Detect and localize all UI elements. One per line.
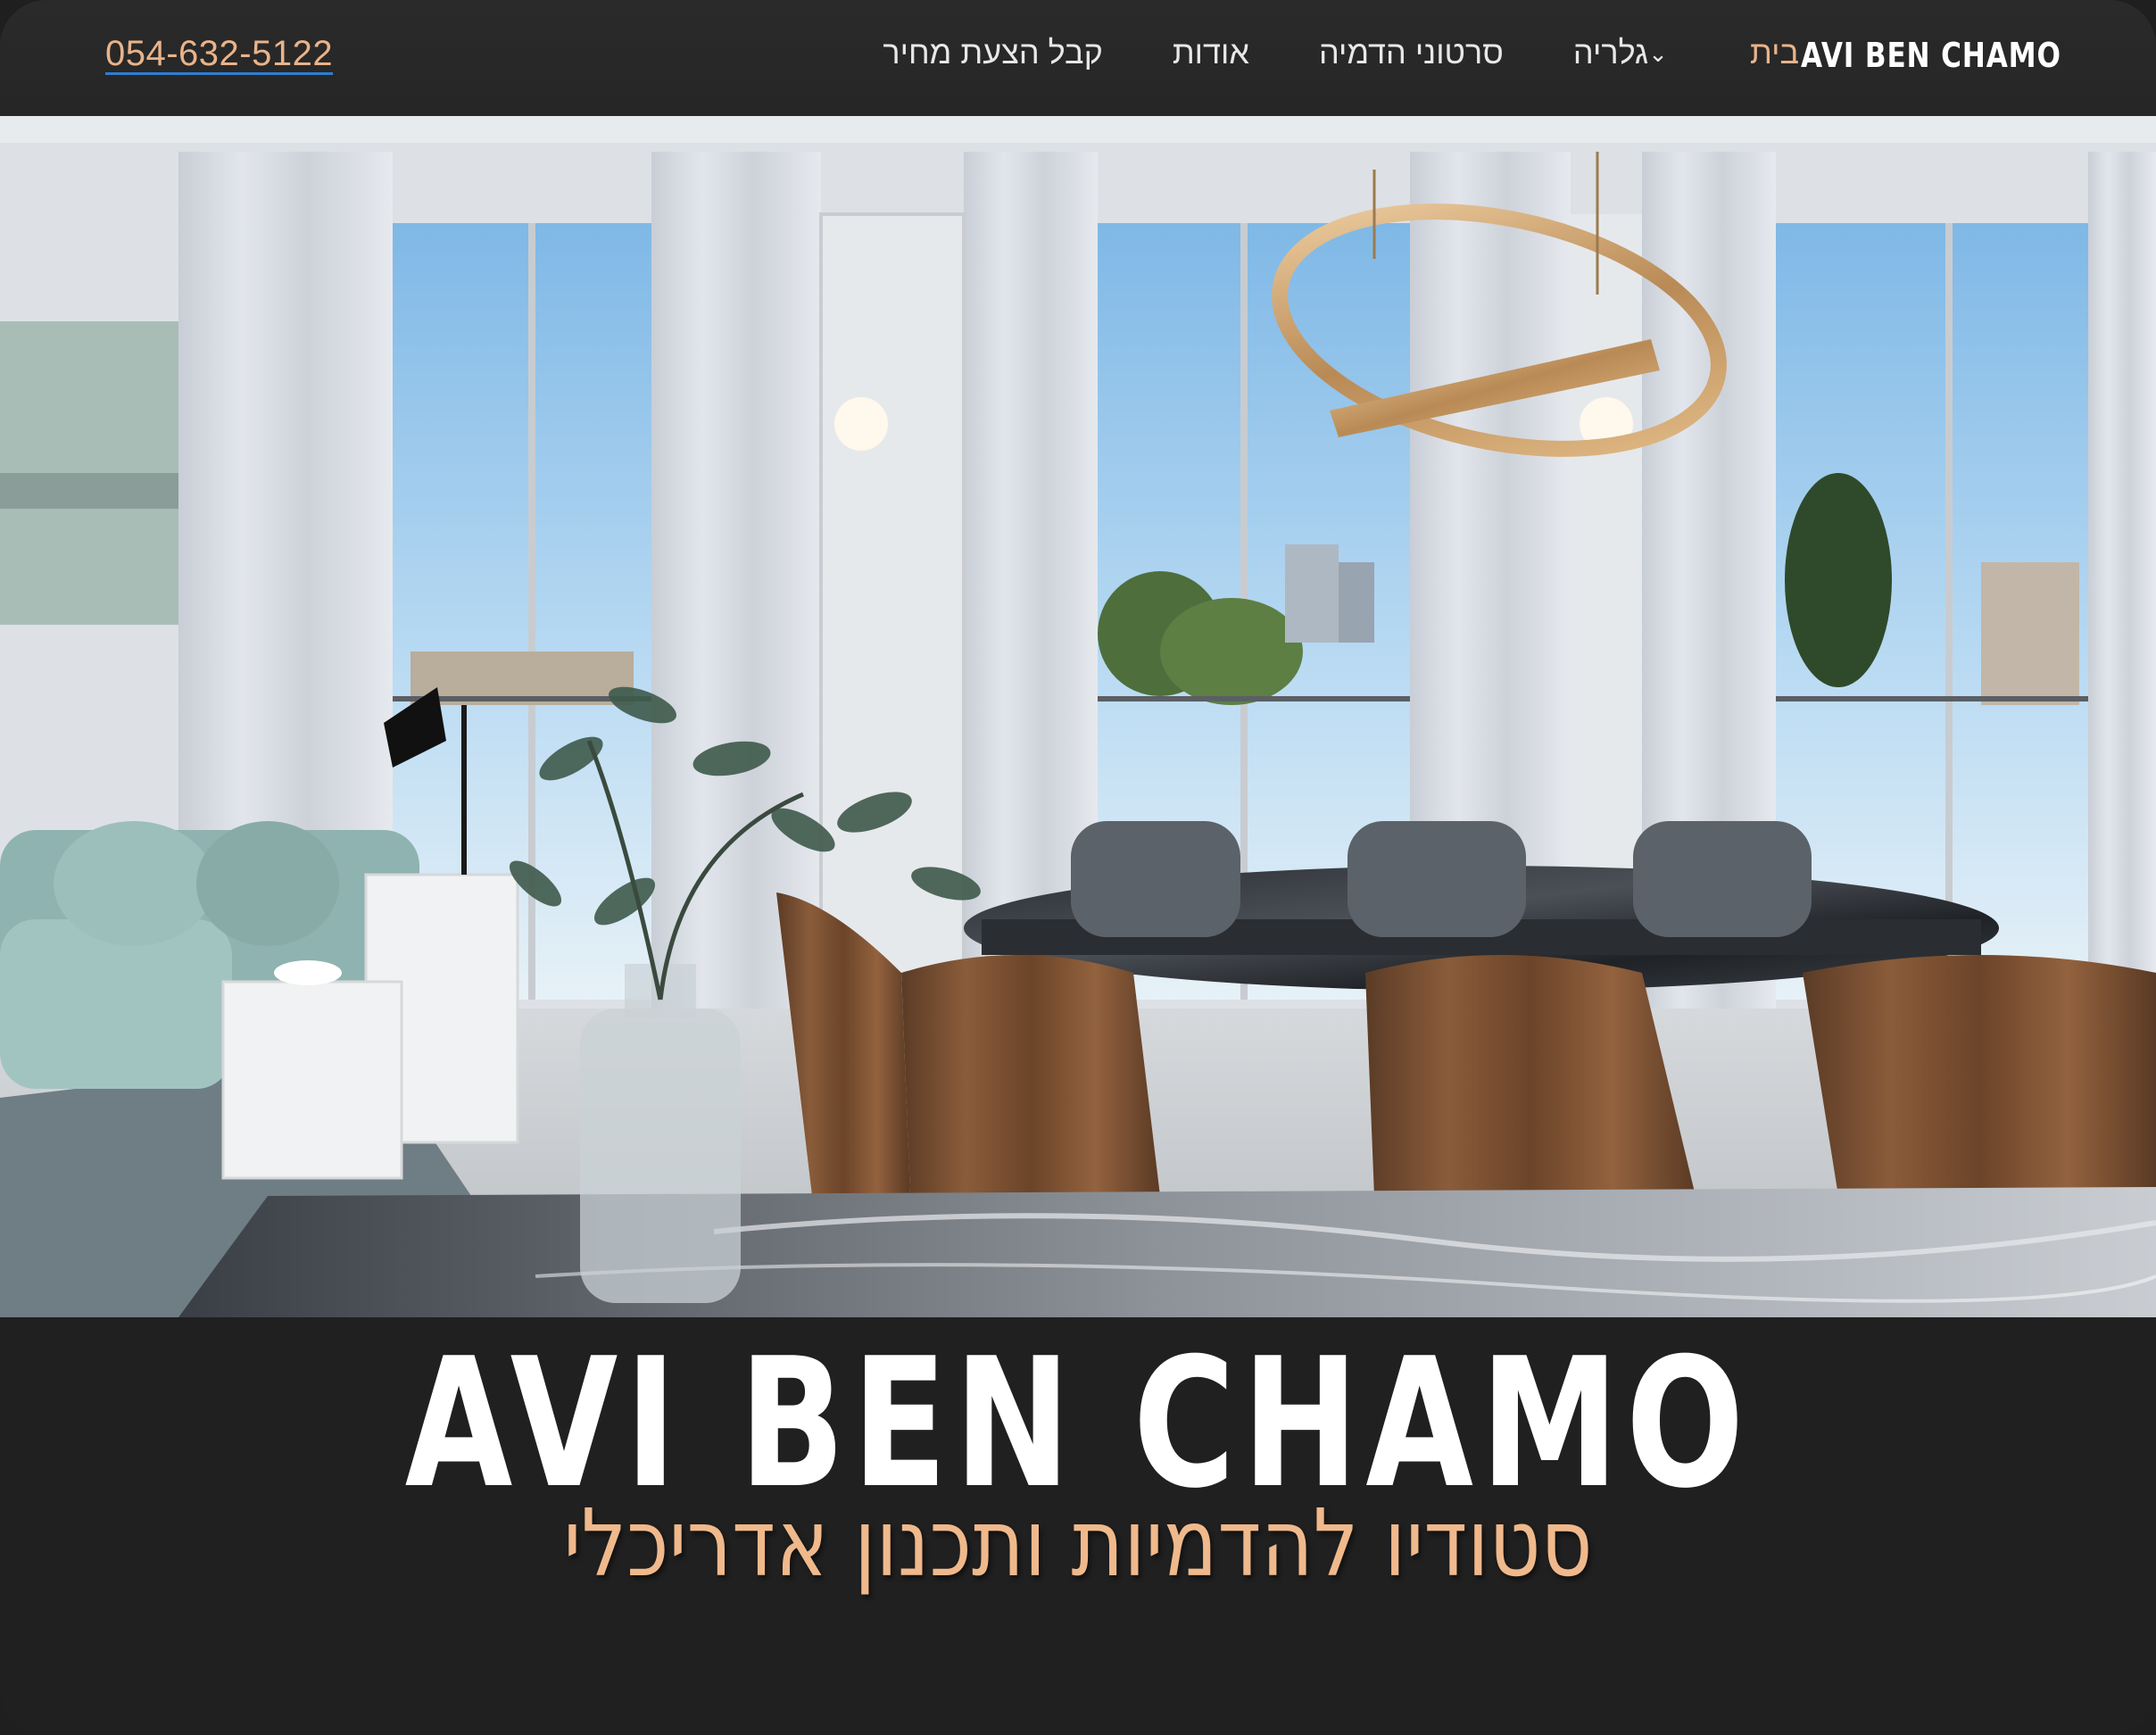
brand-tagline: סטודיו להדמיות ותכנון אדריכלי xyxy=(563,1489,1593,1598)
nav-item-videos[interactable]: סרטוני הדמיה xyxy=(1319,34,1504,71)
top-navigation: 054-632-5122 בית גלריה⌄ סרטוני הדמיה אוד… xyxy=(0,0,2156,116)
phone-link[interactable]: 054-632-5122 xyxy=(105,34,333,74)
brand-logo-title: AVI BEN CHAMO xyxy=(404,1320,1752,1528)
nav-item-home[interactable]: בית xyxy=(1750,34,1799,71)
site-logo[interactable]: AVI BEN CHAMO xyxy=(1801,36,2061,75)
main-menu: בית גלריה⌄ סרטוני הדמיה אודות קבל הצעת מ… xyxy=(883,34,1799,71)
browser-page: 054-632-5122 בית גלריה⌄ סרטוני הדמיה אוד… xyxy=(0,0,2156,1735)
hero-image xyxy=(0,116,2156,1317)
nav-item-quote[interactable]: קבל הצעת מחיר xyxy=(883,34,1102,71)
nav-item-gallery[interactable]: גלריה⌄ xyxy=(1573,34,1680,71)
nav-item-gallery-label: גלריה xyxy=(1572,34,1649,71)
chevron-down-icon: ⌄ xyxy=(1648,40,1668,67)
brand-section: AVI BEN CHAMO סטודיו להדמיות ותכנון אדרי… xyxy=(0,1317,2156,1735)
interior-rendering xyxy=(0,116,2156,1317)
nav-item-about[interactable]: אודות xyxy=(1173,34,1249,71)
